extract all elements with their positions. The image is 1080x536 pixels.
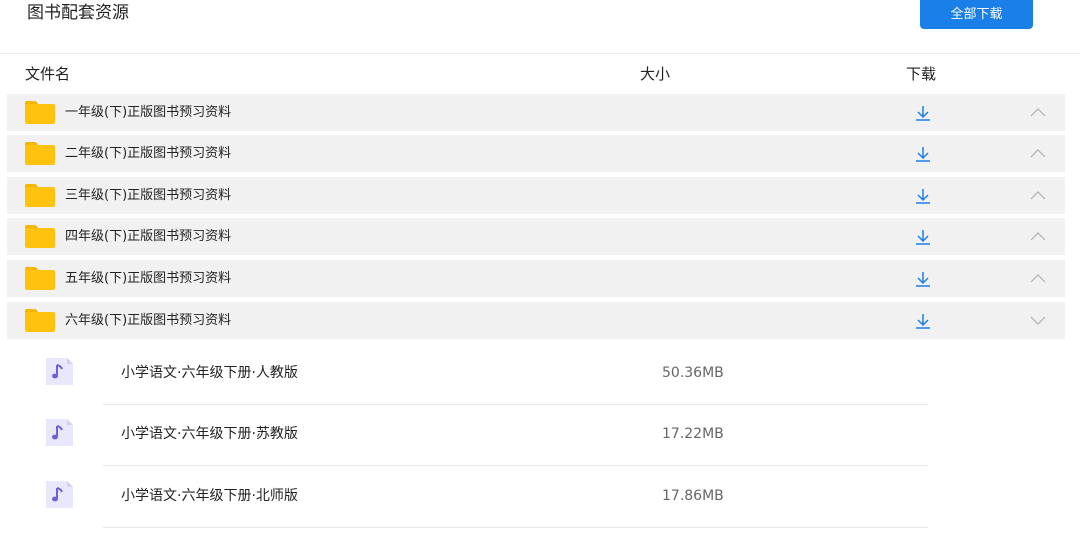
- folder-name: 二年级(下)正版图书预习资料: [65, 146, 232, 161]
- row-divider: [103, 527, 928, 528]
- file-size: 17.22MB: [662, 426, 724, 442]
- folder-row-grade-3[interactable]: 三年级(下)正版图书预习资料: [7, 177, 1065, 214]
- file-row[interactable]: 小学语文·六年级下册·人教版 50.36MB: [0, 343, 1080, 405]
- folder-name: 三年级(下)正版图书预习资料: [65, 188, 232, 203]
- chevron-up-icon[interactable]: [1029, 230, 1047, 242]
- folder-icon: [25, 101, 55, 124]
- download-icon[interactable]: [913, 104, 933, 122]
- music-note-icon: [46, 419, 73, 446]
- file-row[interactable]: 小学语文·六年级下册·北师版 17.86MB: [0, 466, 1080, 528]
- file-row[interactable]: 小学语文·六年级下册·苏教版 17.22MB: [0, 404, 1080, 466]
- column-header-download: 下载: [906, 65, 937, 83]
- chevron-up-icon[interactable]: [1029, 147, 1047, 159]
- folder-name: 五年级(下)正版图书预习资料: [65, 271, 232, 286]
- resource-header: 图书配套资源 全部下载: [0, 0, 1080, 54]
- folder-row-grade-1[interactable]: 一年级(下)正版图书预习资料: [7, 94, 1065, 131]
- chevron-up-icon[interactable]: [1029, 189, 1047, 201]
- download-icon[interactable]: [913, 145, 933, 163]
- column-header-name: 文件名: [25, 65, 71, 83]
- folder-row-grade-6[interactable]: 六年级(下)正版图书预习资料: [7, 302, 1065, 339]
- download-icon[interactable]: [913, 270, 933, 288]
- chevron-up-icon[interactable]: [1029, 272, 1047, 284]
- file-name: 小学语文·六年级下册·苏教版: [121, 426, 298, 442]
- file-name: 小学语文·六年级下册·人教版: [121, 365, 298, 381]
- folder-name: 一年级(下)正版图书预习资料: [65, 105, 232, 120]
- download-all-button[interactable]: 全部下载: [920, 0, 1033, 29]
- folder-icon: [25, 142, 55, 165]
- folder-name: 六年级(下)正版图书预习资料: [65, 313, 232, 328]
- music-note-icon: [46, 481, 73, 508]
- download-icon[interactable]: [913, 228, 933, 246]
- file-size: 17.86MB: [662, 488, 724, 504]
- download-icon[interactable]: [913, 187, 933, 205]
- folder-row-grade-2[interactable]: 二年级(下)正版图书预习资料: [7, 135, 1065, 172]
- folder-icon: [25, 309, 55, 332]
- file-name: 小学语文·六年级下册·北师版: [121, 488, 298, 504]
- chevron-up-icon[interactable]: [1029, 106, 1047, 118]
- folder-icon: [25, 184, 55, 207]
- chevron-down-icon[interactable]: [1029, 314, 1047, 326]
- file-size: 50.36MB: [662, 365, 724, 381]
- folder-icon: [25, 225, 55, 248]
- column-header-size: 大小: [640, 65, 671, 83]
- folder-name: 四年级(下)正版图书预习资料: [65, 229, 232, 244]
- folder-row-grade-4[interactable]: 四年级(下)正版图书预习资料: [7, 218, 1065, 255]
- folder-row-grade-5[interactable]: 五年级(下)正版图书预习资料: [7, 260, 1065, 297]
- folder-icon: [25, 267, 55, 290]
- download-icon[interactable]: [913, 312, 933, 330]
- music-note-icon: [46, 358, 73, 385]
- page-title: 图书配套资源: [27, 3, 129, 23]
